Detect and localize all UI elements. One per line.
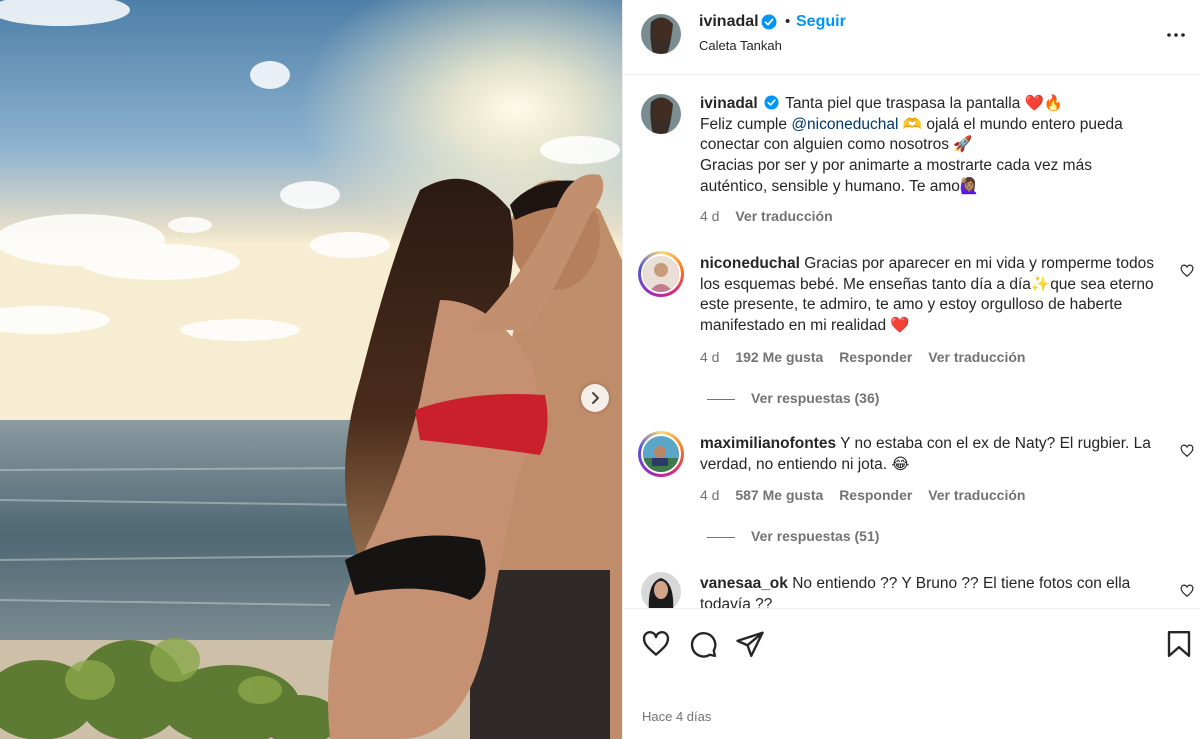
caption-line-3: Gracias por ser y por animarte a mostrar…: [700, 157, 1092, 195]
avatar: [641, 254, 681, 294]
translate-link[interactable]: Ver traducción: [928, 349, 1025, 365]
comments-list[interactable]: ivinadal Tanta piel que traspasa la pant…: [623, 76, 1200, 608]
separator-dot: •: [785, 13, 791, 30]
post-side-panel: ivinadal • Seguir Caleta Tankah ivinadal: [622, 0, 1200, 739]
post-actions: Hace 4 días: [623, 608, 1200, 738]
story-ring[interactable]: [638, 251, 684, 297]
like-count[interactable]: 192 Me gusta: [735, 349, 823, 365]
comment-meta: 4 d 192 Me gusta Responder Ver traducció…: [700, 349, 1037, 365]
story-ring[interactable]: [638, 431, 684, 477]
avatar-image: [641, 572, 681, 608]
comment-username[interactable]: maximilianofontes: [700, 435, 836, 452]
avatar[interactable]: [641, 94, 681, 134]
avatar: [641, 434, 681, 474]
like-count[interactable]: 587 Me gusta: [735, 487, 823, 503]
divider: [707, 536, 735, 538]
post-header: ivinadal • Seguir Caleta Tankah: [623, 0, 1200, 75]
view-replies-button[interactable]: Ver respuestas (36): [707, 390, 879, 406]
avatar-image: [643, 256, 679, 292]
caption-meta: 4 d Ver traducción: [700, 208, 845, 224]
heart-icon[interactable]: [1180, 444, 1194, 458]
next-photo-button[interactable]: [581, 384, 609, 412]
comment-icon[interactable]: [688, 629, 718, 659]
verified-badge-icon: [764, 95, 779, 110]
caption-line-2-prefix: Feliz cumple: [700, 115, 792, 133]
bookmark-icon[interactable]: [1164, 629, 1194, 659]
comment-username[interactable]: vanesaa_ok: [700, 575, 788, 592]
avatar[interactable]: [641, 14, 681, 54]
comment-username[interactable]: niconeduchal: [700, 255, 800, 272]
view-replies-label: Ver respuestas (36): [751, 390, 880, 406]
more-options-icon[interactable]: [1165, 24, 1187, 46]
caption-line-1: Tanta piel que traspasa la pantalla ❤️🔥: [785, 95, 1064, 112]
mention-link[interactable]: @niconeduchal: [791, 116, 898, 133]
avatar-image: [641, 94, 681, 134]
view-replies-button[interactable]: Ver respuestas (51): [707, 528, 879, 544]
chevron-right-icon: [592, 392, 599, 404]
beach-couple-image: [0, 0, 622, 739]
comment-age: 4 d: [700, 487, 720, 503]
avatar-image: [643, 436, 679, 472]
post-location[interactable]: Caleta Tankah: [699, 38, 782, 53]
translate-link[interactable]: Ver traducción: [735, 208, 832, 224]
comment-meta: 4 d 587 Me gusta Responder Ver traducció…: [700, 487, 1037, 503]
reply-button[interactable]: Responder: [839, 349, 912, 365]
send-icon[interactable]: [735, 629, 765, 659]
comment-text: niconeduchal Gracias por aparecer en mi …: [700, 254, 1160, 337]
avatar-image: [641, 14, 681, 54]
comment-text: maximilianofontes Y no estaba con el ex …: [700, 434, 1160, 475]
heart-icon[interactable]: [1180, 264, 1194, 278]
translate-link[interactable]: Ver traducción: [928, 487, 1025, 503]
heart-icon[interactable]: [641, 629, 671, 659]
heart-icon[interactable]: [1180, 584, 1194, 598]
comment-text: vanesaa_ok No entiendo ?? Y Bruno ?? El …: [700, 574, 1160, 608]
post-photo[interactable]: [0, 0, 622, 739]
post-time-ago[interactable]: Hace 4 días: [642, 709, 711, 724]
post-author-username[interactable]: ivinadal: [699, 13, 759, 31]
caption-text: ivinadal Tanta piel que traspasa la pant…: [700, 94, 1160, 198]
view-replies-label: Ver respuestas (51): [751, 528, 880, 544]
follow-button[interactable]: Seguir: [796, 13, 846, 31]
comment-age: 4 d: [700, 349, 720, 365]
verified-badge-icon: [761, 14, 777, 35]
divider: [707, 398, 735, 400]
caption-username[interactable]: ivinadal: [700, 95, 758, 112]
avatar[interactable]: [641, 572, 681, 608]
reply-button[interactable]: Responder: [839, 487, 912, 503]
caption-age: 4 d: [700, 208, 720, 224]
